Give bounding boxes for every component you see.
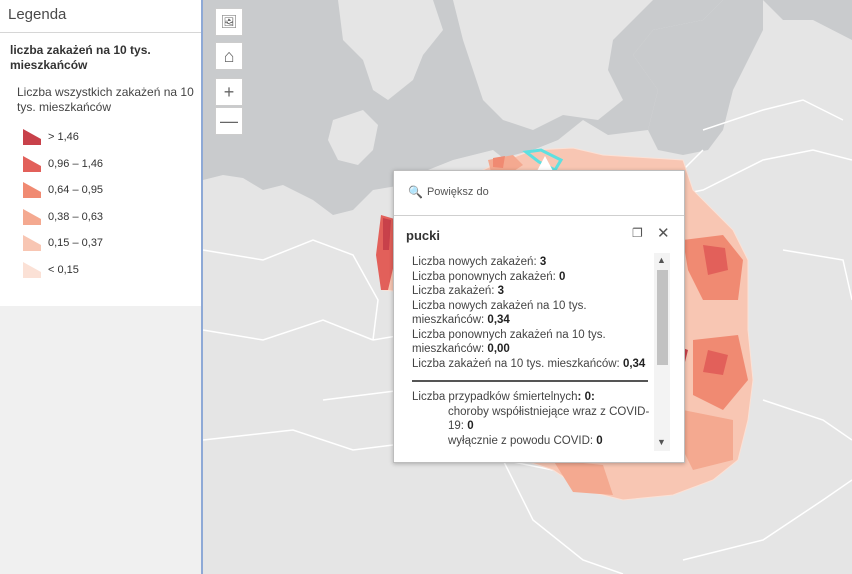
home-button[interactable]: ⌂ [215, 42, 243, 70]
zoom-out-button[interactable]: — [215, 107, 243, 135]
deaths-sub-item: wyłącznie z powodu COVID: 0 [412, 434, 650, 449]
legend-item: 0,96 – 1,46 [22, 151, 201, 178]
legend-label: 0,15 – 0,37 [48, 237, 104, 250]
attribute-value: 0 [596, 434, 603, 447]
attribute-label: wyłącznie z powodu COVID: [448, 434, 597, 447]
popup-divider [394, 215, 684, 216]
plus-icon: + [223, 81, 235, 102]
legend-items: > 1,46 0,96 – 1,46 0,64 – 0,95 0,38 – 0,63 0… [22, 124, 201, 283]
legend-swatch [23, 261, 41, 278]
scroll-down-icon[interactable]: ▼ [657, 437, 666, 447]
attribute-label: Liczba nowych zakażeń: [412, 256, 540, 268]
attribute-value: 0,00 [487, 343, 510, 355]
image-icon: 🖼 [220, 14, 238, 29]
legend-item: < 0,15 [22, 257, 201, 284]
minus-icon: — [220, 110, 238, 131]
legend-item: 0,38 – 0,63 [22, 204, 201, 231]
deaths-label: Liczba przypadków śmiertelnych [412, 391, 578, 403]
attribute-value: 0 [467, 420, 474, 432]
zoom-magnifier-icon: 🔍 [408, 185, 423, 199]
legend-label: 0,38 – 0,63 [48, 210, 104, 223]
legend-field-title: Liczba wszystkich zakażeń na 10 tys. mie… [17, 85, 194, 114]
home-icon: ⌂ [223, 45, 235, 66]
popup-attribute-list: Liczba nowych zakażeń: 3 Liczba ponownych… [412, 255, 650, 371]
poland-region-north [493, 156, 505, 168]
popup-attribute: Liczba nowych zakażeń na 10 tys. mieszka… [412, 299, 650, 328]
attribute-value: 3 [539, 256, 547, 268]
popup-content: Liczba nowych zakażeń: 3 Liczba ponownych… [412, 255, 650, 451]
legend-item: > 1,46 [22, 124, 201, 151]
dock-icon: ❐ [632, 226, 643, 240]
attribute-value: 0,34 [622, 357, 646, 370]
feature-popup: 🔍 Powiększ do pucki ❐ ✕ Liczba nowych za… [393, 170, 685, 463]
zoom-to-label: Powiększ do [426, 186, 489, 198]
dock-button[interactable]: ❐ [632, 226, 646, 240]
legend-item: 0,64 – 0,95 [22, 177, 201, 204]
popup-attribute: Liczba ponownych zakażeń na 10 tys. mies… [412, 328, 650, 357]
legend-label: 0,64 – 0,95 [48, 184, 104, 197]
basemap-gallery-button[interactable]: 🖼 [215, 8, 243, 36]
zoom-in-button[interactable]: + [215, 78, 243, 106]
deaths-line: Liczba przypadków śmiertelnych: 0: [412, 390, 650, 405]
legend-content: Legenda liczba zakażeń na 10 tys. mieszk… [0, 0, 201, 306]
legend-item: 0,15 – 0,37 [22, 230, 201, 257]
popup-attribute: Liczba zakażeń: 3 [412, 284, 650, 299]
popup-attribute: Liczba nowych zakażeń: 3 [412, 255, 650, 270]
attribute-label: Liczba zakażeń na 10 tys. mieszkańców: [412, 357, 623, 370]
legend-layer-title: liczba zakażeń na 10 tys. mieszkańców [10, 43, 151, 72]
scroll-up-icon[interactable]: ▲ [657, 255, 666, 265]
attribute-label: choroby współistniejące wraz z COVID-19: [448, 405, 650, 433]
legend-panel: Legenda liczba zakażeń na 10 tys. mieszk… [0, 0, 203, 574]
popup-separator [412, 380, 648, 382]
legend-swatch [23, 182, 41, 199]
popup-attribute: Liczba zakażeń na 10 tys. mieszkańców: 0… [412, 357, 650, 372]
legend-label: 0,96 – 1,46 [48, 157, 104, 170]
popup-title: pucki [406, 228, 440, 243]
deaths-breakdown: choroby współistniejące wraz z COVID-19:… [412, 405, 650, 449]
legend-swatch [23, 129, 41, 146]
legend-swatch [23, 155, 41, 172]
scroll-thumb[interactable] [657, 270, 668, 365]
legend-label: > 1,46 [48, 131, 79, 144]
deaths-sub-item: choroby współistniejące wraz z COVID-19:… [412, 405, 650, 434]
legend-swatch [23, 235, 41, 252]
attribute-label: Liczba zakażeń: [412, 285, 498, 297]
attribute-value: 0 [559, 270, 566, 283]
legend-label: < 0,15 [48, 263, 79, 276]
zoom-to-action[interactable]: 🔍 Powiększ do [408, 185, 489, 199]
close-button[interactable]: ✕ [657, 224, 673, 242]
deaths-value: : 0: [577, 391, 595, 403]
popup-pointer [537, 156, 553, 171]
attribute-value: 3 [497, 285, 505, 297]
popup-attribute: Liczba ponownych zakażeń: 0 [412, 270, 650, 285]
attribute-label: Liczba ponownych zakażeń: [412, 270, 560, 283]
legend-title: Legenda [0, 0, 201, 33]
popup-scrollbar[interactable]: ▲ ▼ [654, 253, 670, 451]
legend-swatch [23, 208, 41, 225]
attribute-value: 0,34 [487, 314, 510, 326]
close-icon: ✕ [657, 225, 670, 242]
